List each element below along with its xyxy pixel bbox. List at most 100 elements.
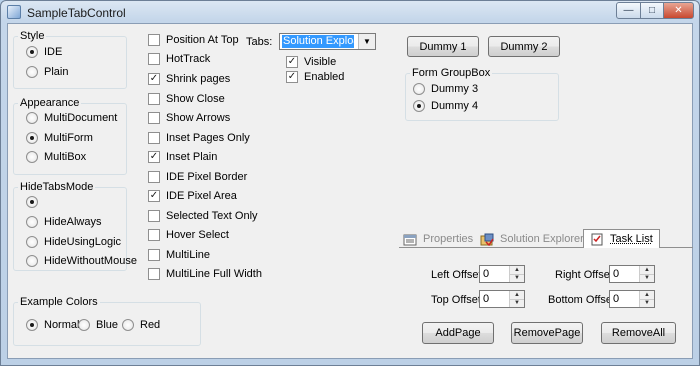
stepper-arrows[interactable]: ▲ ▼ (509, 291, 524, 307)
title-bar[interactable]: SampleTabControl — □ ✕ (1, 1, 699, 23)
window-title: SampleTabControl (27, 6, 126, 20)
hidetabs-none-radio[interactable] (26, 196, 44, 208)
option-hottrack-checkbox[interactable]: HotTrack (148, 53, 210, 65)
radio-icon (26, 46, 38, 58)
radio-icon (26, 132, 38, 144)
arrow-down-icon[interactable]: ▼ (510, 273, 524, 282)
tab-properties[interactable]: Properties (403, 231, 473, 247)
appearance-multidocument-radio[interactable]: MultiDocument (26, 112, 117, 124)
style-ide-radio[interactable]: IDE (26, 46, 62, 58)
hidetabs-hidealways-radio[interactable]: HideAlways (26, 216, 101, 228)
dummy1-button[interactable]: Dummy 1 (407, 36, 479, 57)
maximize-button[interactable]: □ (640, 2, 664, 19)
form-groupbox-legend: Form GroupBox (410, 67, 493, 80)
dummy2-button[interactable]: Dummy 2 (488, 36, 560, 57)
radio-icon (26, 66, 38, 78)
radio-icon (26, 319, 38, 331)
style-legend: Style (18, 30, 47, 43)
radio-icon (26, 112, 38, 124)
appearance-multiform-radio[interactable]: MultiForm (26, 132, 93, 144)
tabs-select[interactable]: Solution Explo&rer ▼ (279, 33, 376, 50)
radio-icon (78, 319, 90, 331)
right-offset-stepper[interactable]: 0 ▲ ▼ (609, 265, 655, 283)
colors-red-radio[interactable]: Red (122, 319, 160, 331)
option-ide-pixel-border-checkbox[interactable]: IDE Pixel Border (148, 171, 247, 183)
bottom-offset-stepper[interactable]: 0 ▲ ▼ (609, 290, 655, 308)
tab-task-list[interactable]: Task List (583, 229, 660, 248)
checkbox-label: Shrink pages (166, 73, 231, 85)
radio-label: Plain (44, 66, 69, 78)
option-multiline-checkbox[interactable]: MultiLine (148, 249, 210, 261)
checkbox-label: Inset Plain (166, 151, 218, 163)
radio-label: HideAlways (44, 216, 102, 228)
appearance-multibox-radio[interactable]: MultiBox (26, 151, 86, 163)
task-list-icon (591, 233, 603, 245)
radio-label: MultiBox (44, 151, 87, 163)
stepper-arrows[interactable]: ▲ ▼ (639, 291, 654, 307)
remove-page-button[interactable]: RemovePage (511, 322, 583, 344)
checkbox-icon (148, 93, 160, 105)
tab-label: Task List (610, 233, 653, 245)
option-ide-pixel-area-checkbox[interactable]: ✓ IDE Pixel Area (148, 190, 237, 202)
add-page-button[interactable]: AddPage (422, 322, 494, 344)
radio-icon (26, 255, 38, 267)
colors-blue-radio[interactable]: Blue (78, 319, 118, 331)
radio-label: Blue (96, 319, 119, 331)
checkbox-label: Selected Text Only (166, 210, 258, 222)
arrow-up-icon[interactable]: ▲ (640, 266, 654, 274)
radio-label: Red (140, 319, 161, 331)
visible-checkbox[interactable]: ✓ Visible (286, 56, 336, 68)
properties-icon (403, 234, 417, 245)
checkbox-label: Position At Top (166, 34, 239, 46)
radio-icon (26, 196, 38, 208)
minimize-button[interactable]: — (616, 2, 641, 19)
option-selected-text-only-checkbox[interactable]: Selected Text Only (148, 210, 258, 222)
option-show-arrows-checkbox[interactable]: Show Arrows (148, 112, 230, 124)
chevron-down-icon[interactable]: ▼ (358, 34, 375, 49)
option-multiline-full-width-checkbox[interactable]: MultiLine Full Width (148, 268, 262, 280)
hidetabs-hidewithoutmouse-radio[interactable]: HideWithoutMouse (26, 255, 137, 267)
checkbox-icon (148, 34, 160, 46)
option-position-at-top-checkbox[interactable]: Position At Top (148, 34, 239, 46)
arrow-up-icon[interactable]: ▲ (640, 291, 654, 299)
top-offset-stepper[interactable]: 0 ▲ ▼ (479, 290, 525, 308)
arrow-up-icon[interactable]: ▲ (510, 291, 524, 299)
radio-icon (122, 319, 134, 331)
option-hover-select-checkbox[interactable]: Hover Select (148, 229, 229, 241)
checkbox-label: MultiLine Full Width (166, 268, 262, 280)
stepper-arrows[interactable]: ▲ ▼ (509, 266, 524, 282)
remove-all-button[interactable]: RemoveAll (601, 322, 676, 344)
right-offset-label: Right Offset (555, 269, 613, 281)
dummy3-radio[interactable]: Dummy 3 (413, 83, 478, 95)
checkbox-label: MultiLine (166, 249, 211, 261)
option-show-close-checkbox[interactable]: Show Close (148, 93, 225, 105)
radio-label: MultiDocument (44, 112, 118, 124)
option-inset-pages-only-checkbox[interactable]: Inset Pages Only (148, 132, 250, 144)
hidetabsmode-legend: HideTabsMode (18, 181, 96, 194)
option-shrink-pages-checkbox[interactable]: ✓ Shrink pages (148, 73, 230, 85)
tab-label: Properties (423, 233, 474, 245)
stepper-arrows[interactable]: ▲ ▼ (639, 266, 654, 282)
hidetabs-hideusinglogic-radio[interactable]: HideUsingLogic (26, 236, 121, 248)
checkbox-label: Visible (304, 56, 337, 68)
left-offset-stepper[interactable]: 0 ▲ ▼ (479, 265, 525, 283)
close-button[interactable]: ✕ (663, 2, 694, 19)
checkbox-icon: ✓ (286, 71, 298, 83)
arrow-down-icon[interactable]: ▼ (510, 298, 524, 307)
tabs-select-value: Solution Explo&rer (282, 35, 354, 48)
radio-label: IDE (44, 46, 63, 58)
tab-solution-explorer[interactable]: Solution Explorer (480, 231, 584, 247)
arrow-down-icon[interactable]: ▼ (640, 273, 654, 282)
dummy4-radio[interactable]: Dummy 4 (413, 100, 478, 112)
style-plain-radio[interactable]: Plain (26, 66, 68, 78)
checkbox-icon: ✓ (148, 151, 160, 163)
colors-normal-radio[interactable]: Normal (26, 319, 79, 331)
enabled-checkbox[interactable]: ✓ Enabled (286, 71, 344, 83)
radio-icon (413, 100, 425, 112)
checkbox-label: Enabled (304, 71, 345, 83)
checkbox-icon (148, 53, 160, 65)
arrow-down-icon[interactable]: ▼ (640, 298, 654, 307)
arrow-up-icon[interactable]: ▲ (510, 266, 524, 274)
option-inset-plain-checkbox[interactable]: ✓ Inset Plain (148, 151, 217, 163)
checkbox-icon: ✓ (286, 56, 298, 68)
